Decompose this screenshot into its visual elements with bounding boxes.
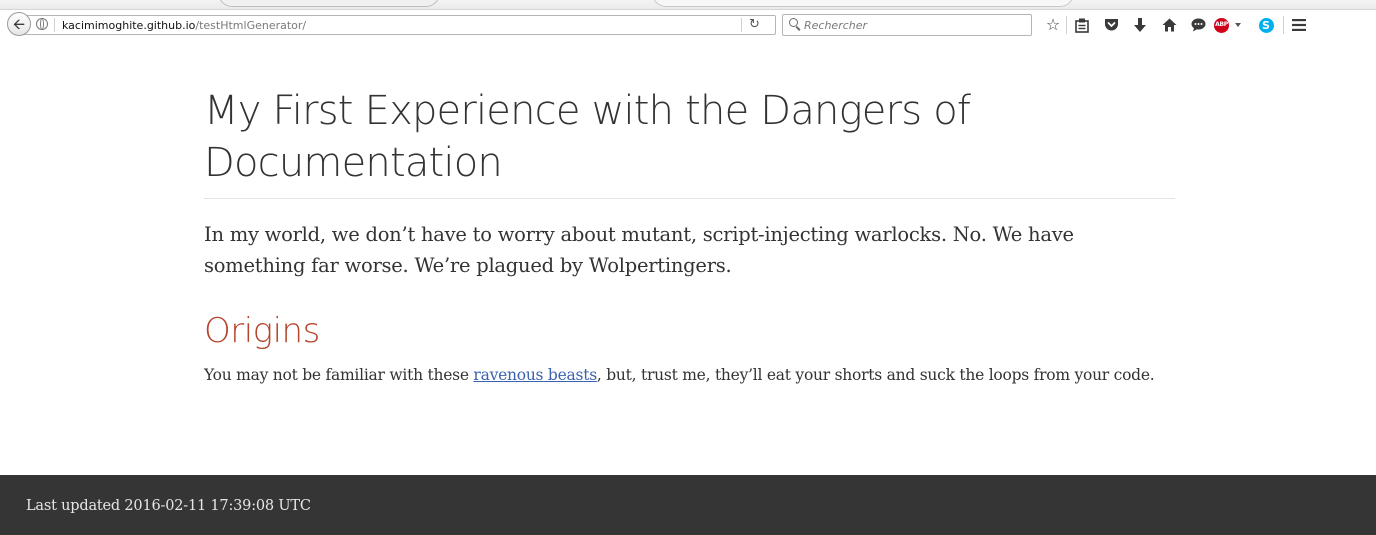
adblock-plus-icon[interactable]: ABP [1214,13,1244,37]
tab-edge[interactable] [218,0,440,7]
paragraph-text: You may not be familiar with these [204,366,474,384]
search-bar[interactable] [782,14,1032,36]
origins-paragraph: You may not be familiar with these raven… [204,362,1164,389]
skype-icon[interactable]: S [1254,13,1278,37]
skype-badge: S [1258,17,1274,33]
paragraph-text: , but, trust me, they’ll eat your shorts… [596,366,1155,384]
lead-paragraph: In my world, we don’t have to worry abou… [204,223,1074,277]
address-bar[interactable]: kacimimoghite.github.io/testHtmlGenerato… [24,15,776,35]
globe-icon[interactable] [36,18,48,30]
tab-edge[interactable] [652,0,1074,7]
hamburger-menu-icon[interactable] [1287,13,1311,37]
article-content: My First Experience with the Dangers of … [204,52,1175,389]
bookmark-star-icon[interactable]: ☆ [1041,13,1065,37]
chat-icon[interactable] [1186,13,1210,37]
ravenous-beasts-link[interactable]: ravenous beasts [473,366,597,384]
url-text[interactable]: kacimimoghite.github.io/testHtmlGenerato… [62,19,306,32]
toolbar-divider [1066,16,1067,34]
download-arrow-icon[interactable] [1128,13,1152,37]
browser-toolbar: 🡨 kacimimoghite.github.io/testHtmlGenera… [0,0,1376,52]
reload-divider [741,18,742,32]
pocket-icon[interactable] [1099,13,1123,37]
section-heading-origins: Origins [204,311,320,351]
url-path: /testHtmlGenerator/ [195,19,307,32]
chevron-down-icon[interactable] [1235,23,1241,27]
address-bar-divider [54,18,55,32]
reload-icon[interactable]: ↻ [749,17,760,33]
url-host: kacimimoghite.github.io [62,19,196,32]
search-input[interactable] [804,17,1024,33]
search-icon[interactable] [789,18,798,27]
tab-strip [0,0,1376,10]
reading-list-icon[interactable] [1070,13,1094,37]
back-arrow-icon[interactable]: 🡨 [7,12,31,36]
last-updated-text: Last updated 2016-02-11 17:39:08 UTC [26,498,311,514]
page-footer: Last updated 2016-02-11 17:39:08 UTC [0,475,1376,535]
toolbar-divider [1283,16,1284,34]
title-divider [204,198,1175,199]
page-title: My First Experience with the Dangers of … [204,88,971,186]
adblock-plus-badge: ABP [1214,17,1229,33]
home-icon[interactable] [1157,13,1181,37]
